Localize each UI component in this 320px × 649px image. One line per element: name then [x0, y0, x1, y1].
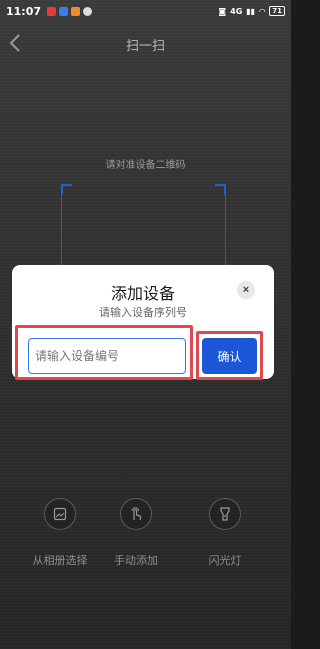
app-notification-icon — [59, 6, 69, 16]
hand-tap-icon — [120, 498, 152, 530]
confirm-button[interactable]: 确认 — [202, 338, 257, 374]
frame-corner-top-left — [61, 184, 72, 195]
add-device-dialog: 添加设备 请输入设备序列号 × 确认 — [12, 265, 274, 380]
bottom-actions: 从相册选择 手动添加 闪光灯 — [0, 498, 291, 578]
close-button[interactable]: × — [237, 281, 255, 299]
scan-frame — [61, 184, 226, 274]
status-time: 11:07 — [6, 4, 42, 18]
flashlight-label: 闪光灯 — [208, 554, 242, 567]
app-notification-icon — [83, 6, 93, 16]
status-indicators: ◙ 4G ▮▮ ◠ 71 — [218, 6, 285, 16]
dialog-subtitle: 请输入设备序列号 — [99, 306, 187, 319]
notification-icons — [47, 6, 93, 16]
signal-icon: ▮▮ — [246, 6, 256, 16]
album-select-label: 从相册选择 — [32, 554, 88, 567]
app-notification-icon — [71, 6, 81, 16]
scan-hint: 请对准设备二维码 — [105, 160, 186, 171]
dialog-title: 添加设备 — [110, 284, 175, 303]
close-icon: × — [242, 283, 250, 296]
battery-icon: 71 — [269, 6, 285, 16]
app-notification-icon — [47, 6, 57, 16]
flashlight-icon — [209, 498, 241, 530]
device-number-input[interactable] — [28, 338, 186, 374]
frame-corner-top-right — [215, 184, 226, 195]
wifi-icon: ◠ — [259, 6, 266, 16]
album-icon — [44, 498, 76, 530]
status-bar: 11:07 ◙ 4G ▮▮ ◠ 71 — [0, 0, 291, 22]
manual-add-label: 手动添加 — [114, 554, 158, 567]
manual-add-button[interactable]: 手动添加 — [96, 498, 176, 568]
nav-bar: 扫一扫 — [0, 30, 291, 58]
network-label: 4G — [230, 6, 243, 16]
camera-status-icon: ◙ — [218, 6, 227, 16]
album-select-button[interactable]: 从相册选择 — [20, 498, 100, 568]
flashlight-button[interactable]: 闪光灯 — [185, 498, 265, 568]
page-title: 扫一扫 — [125, 39, 165, 54]
